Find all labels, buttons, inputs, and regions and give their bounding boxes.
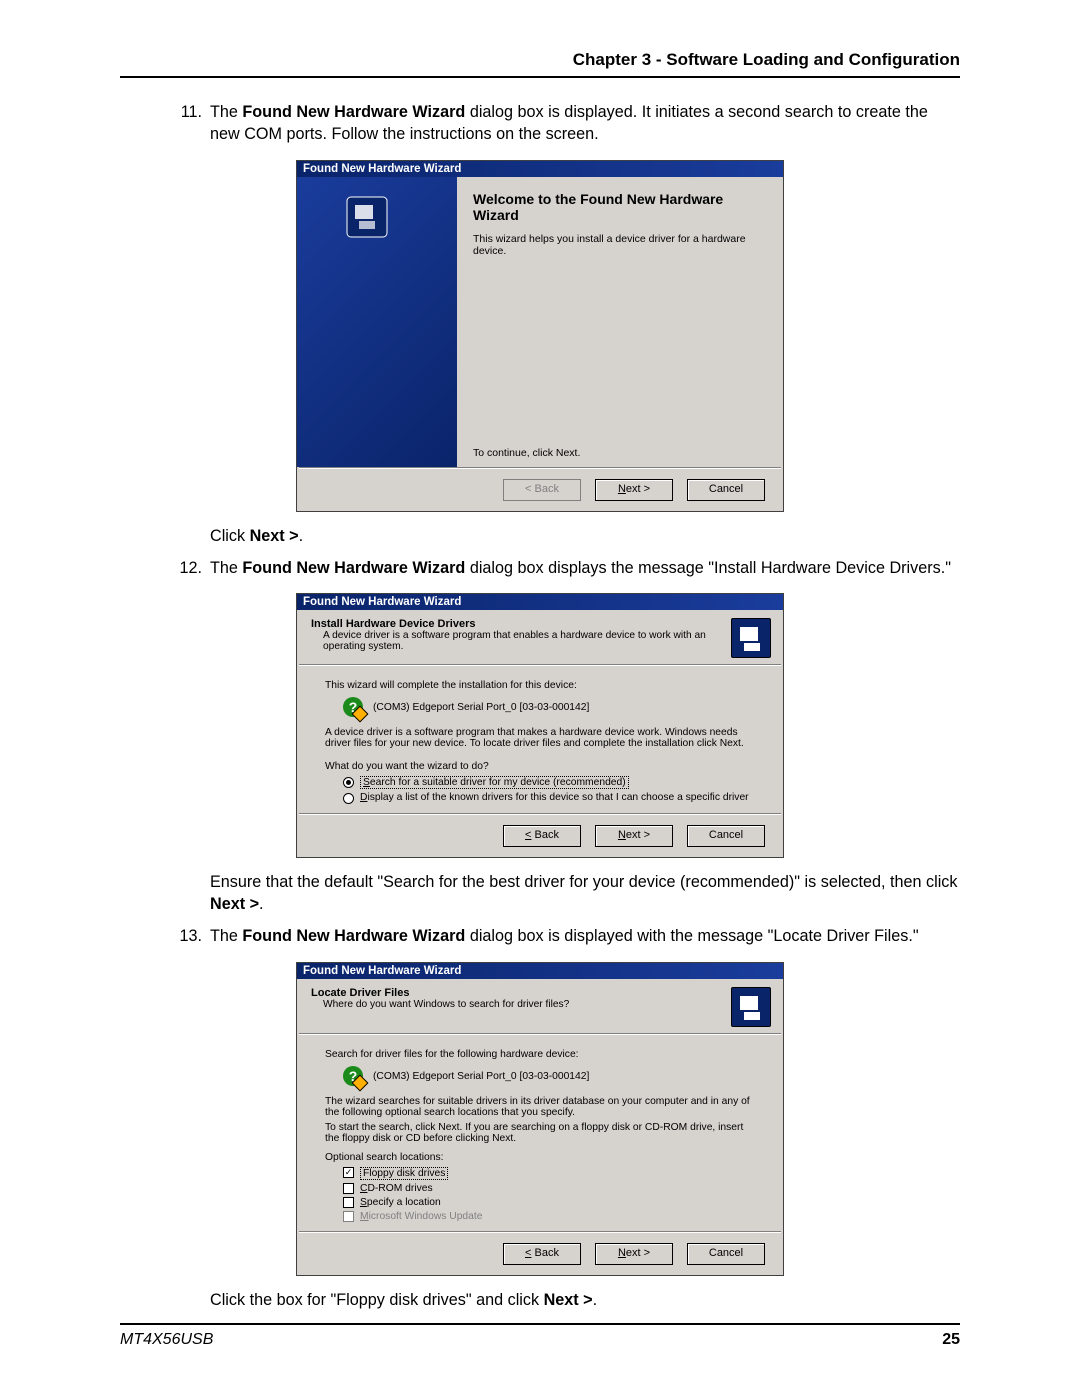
radio-label: Search for a suitable driver for my devi…	[360, 776, 629, 789]
device-name: (COM3) Edgeport Serial Port_0 [03-03-000…	[373, 1071, 589, 1082]
radio-label: Display a list of the known drivers for …	[360, 792, 749, 803]
step-number: 12.	[174, 558, 210, 584]
hardware-icon	[731, 618, 771, 658]
radio-search-driver[interactable]: Search for a suitable driver for my devi…	[343, 776, 755, 789]
step-number: 11.	[174, 102, 210, 150]
checkbox-label: Specify a location	[360, 1197, 441, 1208]
locate-intro: Search for driver files for the followin…	[325, 1049, 755, 1060]
step-12: 12. The Found New Hardware Wizard dialog…	[174, 558, 960, 584]
dialog-subdesc: Where do you want Windows to search for …	[311, 999, 731, 1010]
question-icon: ?	[343, 1066, 363, 1086]
dialog-subdesc: A device driver is a software program th…	[311, 630, 731, 652]
radio-icon	[343, 793, 354, 804]
locate-para1: The wizard searches for suitable drivers…	[325, 1096, 755, 1118]
hardware-icon	[345, 195, 389, 239]
next-button[interactable]: Next >	[595, 1243, 673, 1265]
wizard-question: What do you want the wizard to do?	[325, 761, 755, 772]
step-number: 13.	[174, 926, 210, 952]
cancel-button[interactable]: Cancel	[687, 1243, 765, 1265]
checkbox-icon	[343, 1211, 354, 1222]
checkbox-cdrom[interactable]: CD-ROM drives	[343, 1183, 755, 1194]
step-11-after: Click Next >.	[174, 526, 960, 552]
checkbox-icon	[343, 1197, 354, 1208]
question-icon: ?	[343, 697, 363, 717]
wizard-dialog-install-drivers: Found New Hardware Wizard Install Hardwa…	[296, 593, 784, 858]
step-13-after: Click the box for "Floppy disk drives" a…	[174, 1290, 960, 1316]
device-name: (COM3) Edgeport Serial Port_0 [03-03-000…	[373, 702, 589, 713]
install-intro: This wizard will complete the installati…	[325, 680, 755, 691]
step-12-after: Ensure that the default "Search for the …	[174, 872, 960, 920]
chapter-header: Chapter 3 - Software Loading and Configu…	[120, 50, 960, 78]
checkbox-floppy[interactable]: ✓ Floppy disk drives	[343, 1167, 755, 1180]
page-number: 25	[942, 1331, 960, 1349]
dialog-titlebar: Found New Hardware Wizard	[297, 594, 783, 610]
wizard-description: This wizard helps you install a device d…	[473, 233, 767, 257]
locate-para2: To start the search, click Next. If you …	[325, 1122, 755, 1144]
checkbox-windows-update: Microsoft Windows Update	[343, 1211, 755, 1222]
back-button[interactable]: < Back	[503, 1243, 581, 1265]
checkbox-label: Microsoft Windows Update	[360, 1211, 482, 1222]
back-button: < Back	[503, 479, 581, 501]
step-13: 13. The Found New Hardware Wizard dialog…	[174, 926, 960, 952]
dialog-titlebar: Found New Hardware Wizard	[297, 161, 783, 177]
cancel-button[interactable]: Cancel	[687, 479, 765, 501]
back-button[interactable]: < Back	[503, 825, 581, 847]
optional-locations-label: Optional search locations:	[325, 1152, 755, 1163]
hardware-icon	[731, 987, 771, 1027]
wizard-dialog-welcome: Found New Hardware Wizard Welcome to the…	[296, 160, 784, 512]
product-name: MT4X56USB	[120, 1331, 213, 1349]
wizard-dialog-locate-files: Found New Hardware Wizard Locate Driver …	[296, 962, 784, 1276]
checkbox-icon	[343, 1183, 354, 1194]
continue-hint: To continue, click Next.	[473, 447, 580, 459]
cancel-button[interactable]: Cancel	[687, 825, 765, 847]
install-paragraph: A device driver is a software program th…	[325, 727, 755, 749]
next-button[interactable]: Next >	[595, 825, 673, 847]
dialog-subtitle: Locate Driver Files	[311, 987, 731, 999]
checkbox-specify-location[interactable]: Specify a location	[343, 1197, 755, 1208]
wizard-sidebar-graphic	[297, 177, 457, 467]
step-text: The Found New Hardware Wizard dialog box…	[210, 102, 960, 146]
radio-icon	[343, 777, 354, 788]
checkbox-label: Floppy disk drives	[360, 1167, 448, 1180]
next-button[interactable]: Next >	[595, 479, 673, 501]
dialog-subtitle: Install Hardware Device Drivers	[311, 618, 731, 630]
wizard-heading: Welcome to the Found New Hardware Wizard	[473, 191, 767, 223]
checkbox-icon: ✓	[343, 1167, 354, 1178]
page-footer: MT4X56USB 25	[120, 1323, 960, 1349]
radio-display-list[interactable]: Display a list of the known drivers for …	[343, 792, 755, 804]
dialog-titlebar: Found New Hardware Wizard	[297, 963, 783, 979]
step-11: 11. The Found New Hardware Wizard dialog…	[174, 102, 960, 150]
checkbox-label: CD-ROM drives	[360, 1183, 433, 1194]
